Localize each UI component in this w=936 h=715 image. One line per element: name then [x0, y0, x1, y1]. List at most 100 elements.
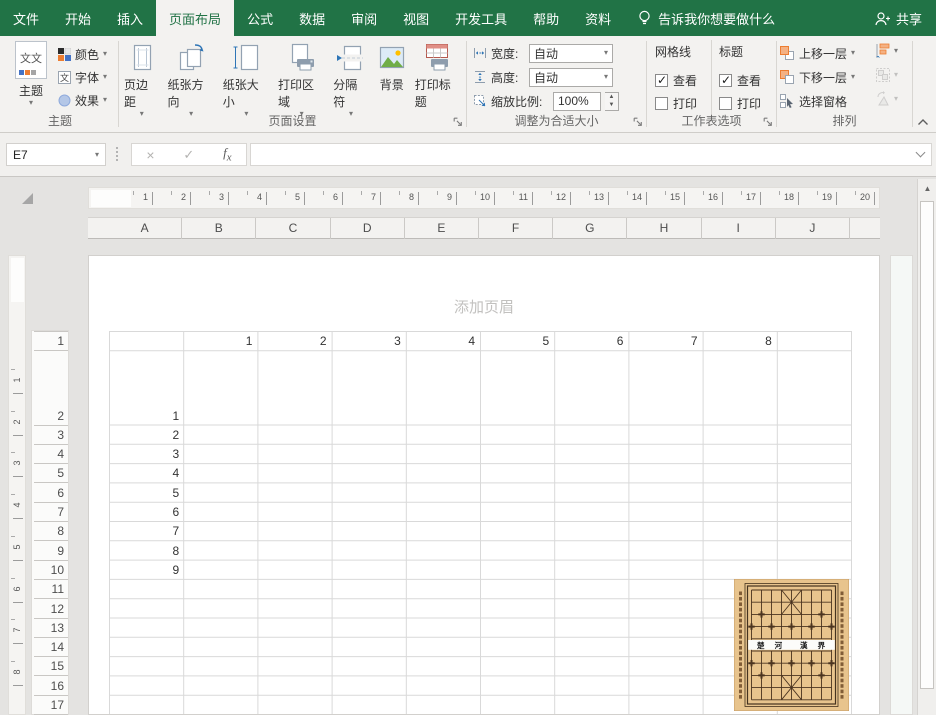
row-header-16[interactable]: 16 — [34, 678, 64, 694]
formula-input[interactable] — [250, 143, 932, 166]
share-button[interactable]: 共享 — [874, 0, 936, 36]
spin-down-icon[interactable]: ▼ — [605, 101, 618, 110]
hruler-number: 19 — [812, 192, 832, 202]
rotate-button[interactable]: ▾ — [875, 91, 898, 107]
row-header-8[interactable]: 8 — [34, 523, 64, 539]
insert-function-icon[interactable]: fx — [223, 145, 231, 164]
vertical-scrollbar[interactable]: ▲ — [917, 179, 936, 715]
column-header-h[interactable]: H — [627, 218, 701, 239]
row-header-6[interactable]: 6 — [34, 485, 64, 501]
scroll-up-icon[interactable]: ▲ — [919, 179, 936, 199]
checkbox-icon[interactable] — [719, 74, 732, 87]
column-header-d[interactable]: D — [331, 218, 405, 239]
column-header-b[interactable]: B — [182, 218, 256, 239]
row-boundary — [34, 579, 68, 580]
tab-view[interactable]: 视图 — [390, 0, 442, 36]
dialog-launcher-icon[interactable] — [452, 116, 464, 128]
select-all-icon[interactable] — [22, 193, 33, 204]
checkbox-icon[interactable] — [655, 74, 668, 87]
breaks-icon — [336, 42, 366, 74]
column-header-c[interactable]: C — [256, 218, 330, 239]
bring-forward-button[interactable]: 上移一层▾ — [779, 43, 855, 63]
collapse-ribbon-icon[interactable] — [917, 118, 929, 126]
selection-pane-button[interactable]: 选择窗格 — [779, 91, 847, 111]
theme-colors-button[interactable]: 颜色▾ — [58, 44, 107, 64]
tab-info[interactable]: 资料 — [572, 0, 624, 36]
column-header-e[interactable]: E — [405, 218, 479, 239]
tab-page-layout[interactable]: 页面布局 — [156, 0, 234, 36]
margins-button[interactable]: 页边距 ▾ — [120, 39, 163, 118]
column-header-a[interactable]: A — [108, 218, 182, 239]
cell-value-row1: 3 — [345, 333, 401, 349]
name-box[interactable]: E7 ▾ — [6, 143, 106, 166]
chevron-down-icon: ▾ — [103, 50, 107, 58]
dialog-launcher-icon[interactable] — [632, 116, 644, 128]
column-header-i[interactable]: I — [702, 218, 776, 239]
width-select[interactable]: 自动▾ — [529, 44, 613, 63]
ruler-tick — [11, 452, 15, 453]
checkbox-icon[interactable] — [655, 97, 668, 110]
row-header-12[interactable]: 12 — [34, 601, 64, 617]
row-header-3[interactable]: 3 — [34, 427, 64, 443]
row-header-15[interactable]: 15 — [34, 658, 64, 674]
column-header-g[interactable]: G — [553, 218, 627, 239]
width-label: 宽度: — [491, 45, 525, 62]
column-header-j[interactable]: J — [776, 218, 850, 239]
themes-button[interactable]: 文文 主题 ▾ — [8, 41, 54, 119]
send-backward-button[interactable]: 下移一层▾ — [779, 67, 855, 87]
background-button[interactable]: 背景 — [373, 39, 411, 118]
size-button[interactable]: 纸张大小 ▾ — [219, 39, 274, 118]
row-header-13[interactable]: 13 — [34, 620, 64, 636]
group-objects-button[interactable]: ▾ — [875, 67, 898, 83]
row-header-11[interactable]: 11 — [34, 581, 64, 597]
zoom-scale-input[interactable]: 100% — [553, 92, 601, 111]
row-header-1[interactable]: 1 — [34, 333, 64, 349]
dialog-launcher-icon[interactable] — [762, 116, 774, 128]
print-titles-button[interactable]: 打印标题 — [411, 39, 466, 118]
drag-handle[interactable] — [116, 147, 118, 149]
checkbox-icon[interactable] — [719, 97, 732, 110]
xiangqi-board-image[interactable]: 楚 河漢 界 — [734, 579, 849, 711]
tell-me-box[interactable]: 告诉我你想要做什么 — [638, 0, 775, 36]
align-button[interactable]: ▾ — [875, 43, 898, 59]
row-header-7[interactable]: 7 — [34, 504, 64, 520]
enter-icon[interactable]: ✓ — [183, 147, 194, 163]
row-header-2[interactable]: 2 — [34, 408, 64, 424]
tab-home[interactable]: 开始 — [52, 0, 104, 36]
selection-pane-label: 选择窗格 — [799, 93, 847, 110]
cancel-icon[interactable]: × — [146, 147, 154, 163]
orientation-button[interactable]: 纸张方向 ▾ — [163, 39, 218, 118]
row-boundary — [34, 444, 68, 445]
gridlines-view-checkbox[interactable]: 查看 — [655, 69, 713, 92]
zoom-scale-spinner[interactable]: ▲▼ — [605, 92, 619, 111]
row-header-14[interactable]: 14 — [34, 639, 64, 655]
ruler-tick — [190, 192, 191, 205]
background-label: 背景 — [380, 76, 404, 93]
theme-effects-button[interactable]: 效果▾ — [58, 90, 107, 110]
tab-review[interactable]: 审阅 — [338, 0, 390, 36]
row-header-17[interactable]: 17 — [34, 697, 64, 713]
worksheet-area: 1234567891011121314151617181920 ABCDEFGH… — [0, 177, 936, 715]
row-header-5[interactable]: 5 — [34, 465, 64, 481]
row-header-9[interactable]: 9 — [34, 543, 64, 559]
tab-insert[interactable]: 插入 — [104, 0, 156, 36]
column-header-f[interactable]: F — [479, 218, 553, 239]
expand-formula-bar-icon[interactable] — [916, 148, 926, 158]
tab-data[interactable]: 数据 — [286, 0, 338, 36]
tab-file[interactable]: 文件 — [0, 0, 52, 36]
row-boundary — [34, 618, 68, 619]
print-area-button[interactable]: 打印区域 ▾ — [274, 39, 329, 118]
tab-help[interactable]: 帮助 — [520, 0, 572, 36]
breaks-button[interactable]: 分隔符 ▾ — [329, 39, 372, 118]
tab-developer[interactable]: 开发工具 — [442, 0, 520, 36]
height-select[interactable]: 自动▾ — [529, 68, 613, 87]
width-value: 自动 — [534, 45, 558, 62]
hruler-number: 3 — [204, 192, 224, 202]
row-header-10[interactable]: 10 — [34, 562, 64, 578]
scrollbar-thumb[interactable] — [920, 201, 934, 689]
headings-view-checkbox[interactable]: 查看 — [719, 69, 777, 92]
tab-formulas[interactable]: 公式 — [234, 0, 286, 36]
spin-up-icon[interactable]: ▲ — [605, 93, 618, 102]
row-header-4[interactable]: 4 — [34, 446, 64, 462]
theme-fonts-button[interactable]: 文 字体▾ — [58, 67, 107, 87]
